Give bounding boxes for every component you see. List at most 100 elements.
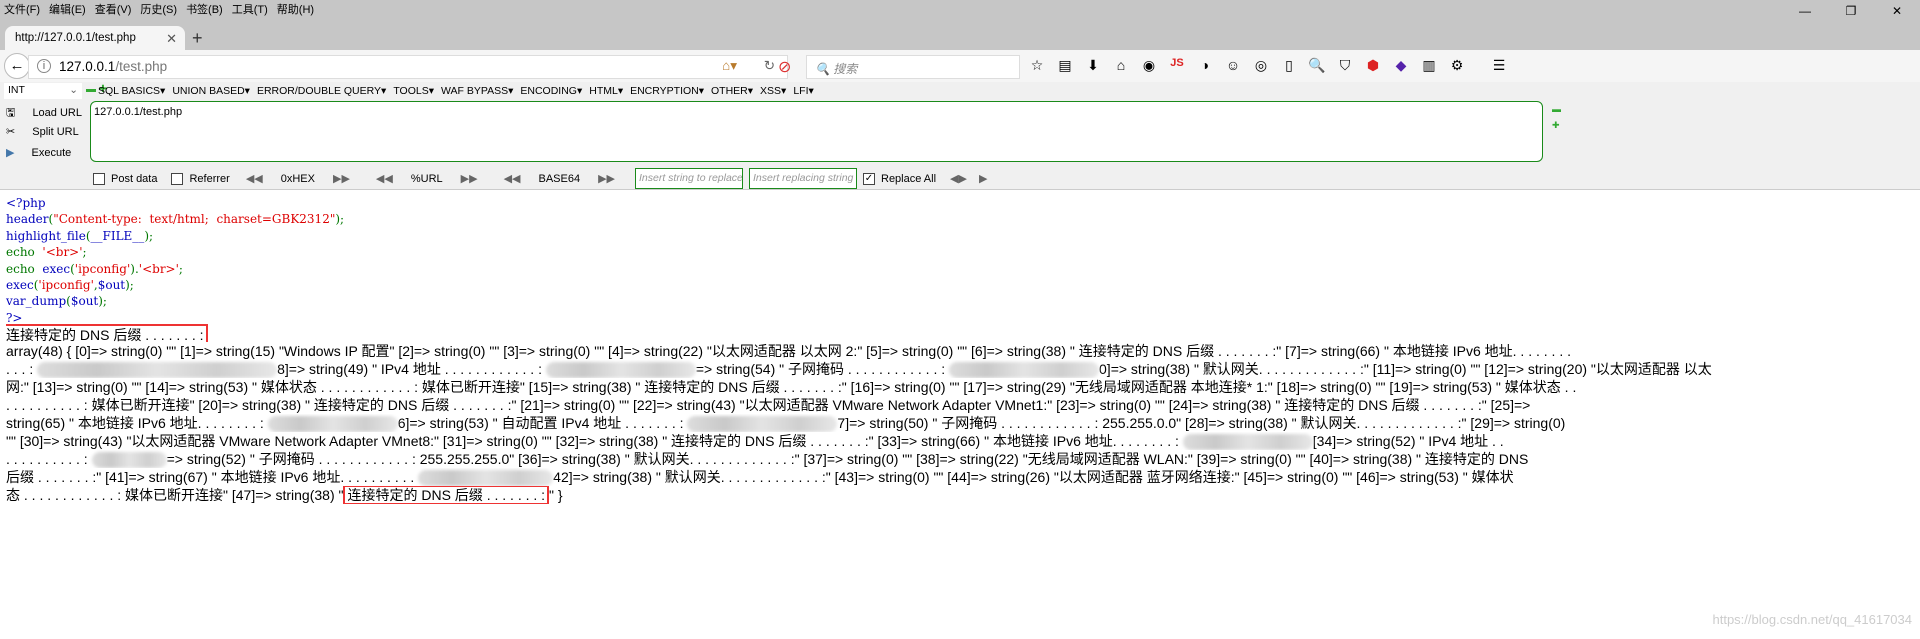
hackbar-menu-item[interactable]: WAF BYPASS▾	[441, 85, 513, 97]
hackbar-menu-item[interactable]: SQL BASICS▾	[98, 85, 165, 97]
target-icon[interactable]: ◎	[1252, 57, 1270, 74]
clipboard-icon[interactable]: ▯	[1280, 57, 1298, 74]
replace-right-button[interactable]: ▶	[979, 172, 987, 185]
noscript-icon[interactable]: ⊘	[778, 57, 791, 77]
output-text: . . . :	[6, 361, 38, 377]
url-textarea[interactable]: 127.0.0.1/test.php	[90, 101, 1543, 162]
menu-icon[interactable]: ☰	[1490, 57, 1508, 74]
menu-item[interactable]: 查看(V)	[95, 1, 132, 17]
output-line: 后缀 . . . . . . . :" [41]=> string(67) " …	[6, 468, 1916, 486]
search-input[interactable]: 🔍 搜索	[806, 55, 1020, 79]
post-data-checkbox[interactable]	[93, 172, 105, 185]
hex-encode-button[interactable]: ▶▶	[333, 172, 350, 185]
output-line: string(65) " 本地链接 IPv6 地址. . . . . . . .…	[6, 414, 1916, 432]
translate-icon[interactable]: ◑	[1196, 57, 1214, 74]
execute-label: Execute	[31, 147, 72, 159]
download-icon[interactable]: ⬇	[1084, 57, 1102, 74]
code-token: echo	[6, 261, 43, 276]
adblock-icon[interactable]: ⬢	[1364, 57, 1382, 74]
load-icon: 🖫	[6, 107, 16, 119]
output-text: string(65) " 本地链接 IPv6 地址. . . . . . . .…	[6, 415, 268, 431]
minus-icon[interactable]: ▬	[1552, 104, 1561, 114]
search-placeholder: 搜索	[833, 62, 858, 76]
output-line: . . . : 8]=> string(49) " IPv4 地址 . . . …	[6, 360, 1916, 378]
js-icon[interactable]: JS	[1168, 57, 1186, 74]
split-url-button[interactable]: ✂ Split URL	[6, 125, 79, 138]
new-tab-button[interactable]: +	[192, 28, 203, 49]
type-select[interactable]: INT ⌄	[4, 83, 82, 99]
reader-icon[interactable]: ▤	[1056, 57, 1074, 74]
insert-string-input[interactable]: Insert string to replace	[635, 168, 743, 189]
gem-icon[interactable]: ◆	[1392, 57, 1410, 74]
home-icon[interactable]: ⌂	[1112, 57, 1130, 74]
output-line: "" [30]=> string(43) "以太网适配器 VMware Netw…	[6, 432, 1916, 450]
base64-label: BASE64	[538, 172, 581, 185]
hackbar-menu-item[interactable]: ENCRYPTION▾	[630, 85, 704, 97]
menu-item[interactable]: 帮助(H)	[277, 1, 314, 17]
replace-all-checkbox[interactable]: ✓	[863, 172, 875, 185]
execute-button[interactable]: ▶ Execute	[6, 146, 71, 159]
hackbar-menu-item[interactable]: TOOLS▾	[393, 85, 434, 97]
zoom-icon[interactable]: 🔍	[1308, 57, 1326, 74]
output-line: 态 . . . . . . . . . . . . : 媒体已断开连接" [47…	[6, 486, 1916, 504]
hackbar-menu-item[interactable]: ERROR/DOUBLE QUERY▾	[257, 85, 386, 97]
menu-item[interactable]: 编辑(E)	[49, 1, 86, 17]
home-icon[interactable]: ⌂▾	[722, 58, 737, 74]
replacing-string-input[interactable]: Insert replacing string	[749, 168, 857, 189]
menu-item[interactable]: 工具(T)	[232, 1, 268, 17]
load-url-button[interactable]: 🖫 Load URL	[6, 104, 82, 123]
globe-icon[interactable]: ◉	[1140, 57, 1158, 74]
hackbar-menu-item[interactable]: XSS▾	[760, 85, 786, 97]
menu-item[interactable]: 历史(S)	[140, 1, 177, 17]
base64-decode-button[interactable]: ◀◀	[504, 172, 521, 185]
close-tab-icon[interactable]: ✕	[166, 31, 177, 47]
base64-encode-button[interactable]: ▶▶	[598, 172, 615, 185]
menu-item[interactable]: 文件(F)	[4, 1, 40, 17]
color-icon[interactable]: ▥	[1420, 57, 1438, 74]
address-bar[interactable]: i 127.0.0.1/test.php ⌂▾ ↻	[28, 55, 788, 79]
play-icon: ▶	[6, 147, 15, 159]
menu-bar: 文件(F) 编辑(E) 查看(V) 历史(S) 书签(B) 工具(T) 帮助(H)	[0, 0, 1920, 18]
hackbar-menu-item[interactable]: OTHER▾	[711, 85, 753, 97]
code-line: <?php	[6, 195, 344, 211]
hackbar-menu-item[interactable]: UNION BASED▾	[172, 85, 250, 97]
hackbar-menu-item[interactable]: ENCODING▾	[520, 85, 582, 97]
code-line: header("Content-type: text/html; charset…	[6, 211, 344, 227]
output-text: [34]=> string(52) " IPv4 地址 . .	[1312, 433, 1504, 449]
code-line: exec('ipconfig',$out);	[6, 277, 344, 293]
star-icon[interactable]: ☆	[1028, 57, 1046, 74]
highlighted-echo-output: 连接特定的 DNS 后缀 . . . . . . . :	[6, 324, 208, 342]
replace-left-button[interactable]: ◀▶	[950, 172, 967, 185]
reload-icon[interactable]: ↻	[764, 58, 775, 74]
code-token: '<br>'	[138, 261, 179, 276]
code-token: );	[335, 212, 345, 227]
output-line: array(48) { [0]=> string(0) "" [1]=> str…	[6, 342, 1916, 360]
url-decode-button[interactable]: ◀◀	[376, 172, 393, 185]
info-icon[interactable]: i	[37, 59, 51, 73]
code-token: 'ipconfig'	[74, 261, 131, 276]
menu-item[interactable]: 书签(B)	[186, 1, 223, 17]
code-line: highlight_file(__FILE__);	[6, 228, 344, 244]
url-encode-button[interactable]: ▶▶	[461, 172, 478, 185]
code-token: exec	[42, 261, 71, 276]
hackbar-menu-item[interactable]: HTML▾	[589, 85, 623, 97]
hex-decode-button[interactable]: ◀◀	[246, 172, 263, 185]
code-token: );	[144, 228, 154, 243]
output-text: . . . . . . . . . . : 媒体已断开连接" [20]=> st…	[6, 397, 1531, 413]
hackbar-menu-item[interactable]: LFI▾	[793, 85, 813, 97]
back-button[interactable]: ←	[4, 53, 30, 79]
shield-icon[interactable]: ⛉	[1336, 57, 1354, 74]
cookie-icon[interactable]: ☺	[1224, 57, 1242, 74]
load-url-label: Load URL	[32, 107, 82, 119]
code-token: var_dump	[6, 294, 67, 309]
code-token: __FILE__	[90, 228, 145, 243]
tab-bar: http://127.0.0.1/test.php ✕ +	[0, 18, 1920, 52]
code-token: highlight_file	[6, 228, 86, 243]
referrer-checkbox[interactable]	[171, 172, 184, 185]
gear-icon[interactable]: ⚙	[1448, 57, 1466, 74]
output-text: "" [30]=> string(43) "以太网适配器 VMware Netw…	[6, 433, 1183, 449]
scissors-icon: ✂	[6, 126, 16, 138]
plus-icon[interactable]: ✚	[1552, 120, 1560, 131]
tab-test-php[interactable]: http://127.0.0.1/test.php ✕	[5, 26, 185, 52]
output-line: . . . . . . . . . . : => string(52) " 子网…	[6, 450, 1916, 468]
